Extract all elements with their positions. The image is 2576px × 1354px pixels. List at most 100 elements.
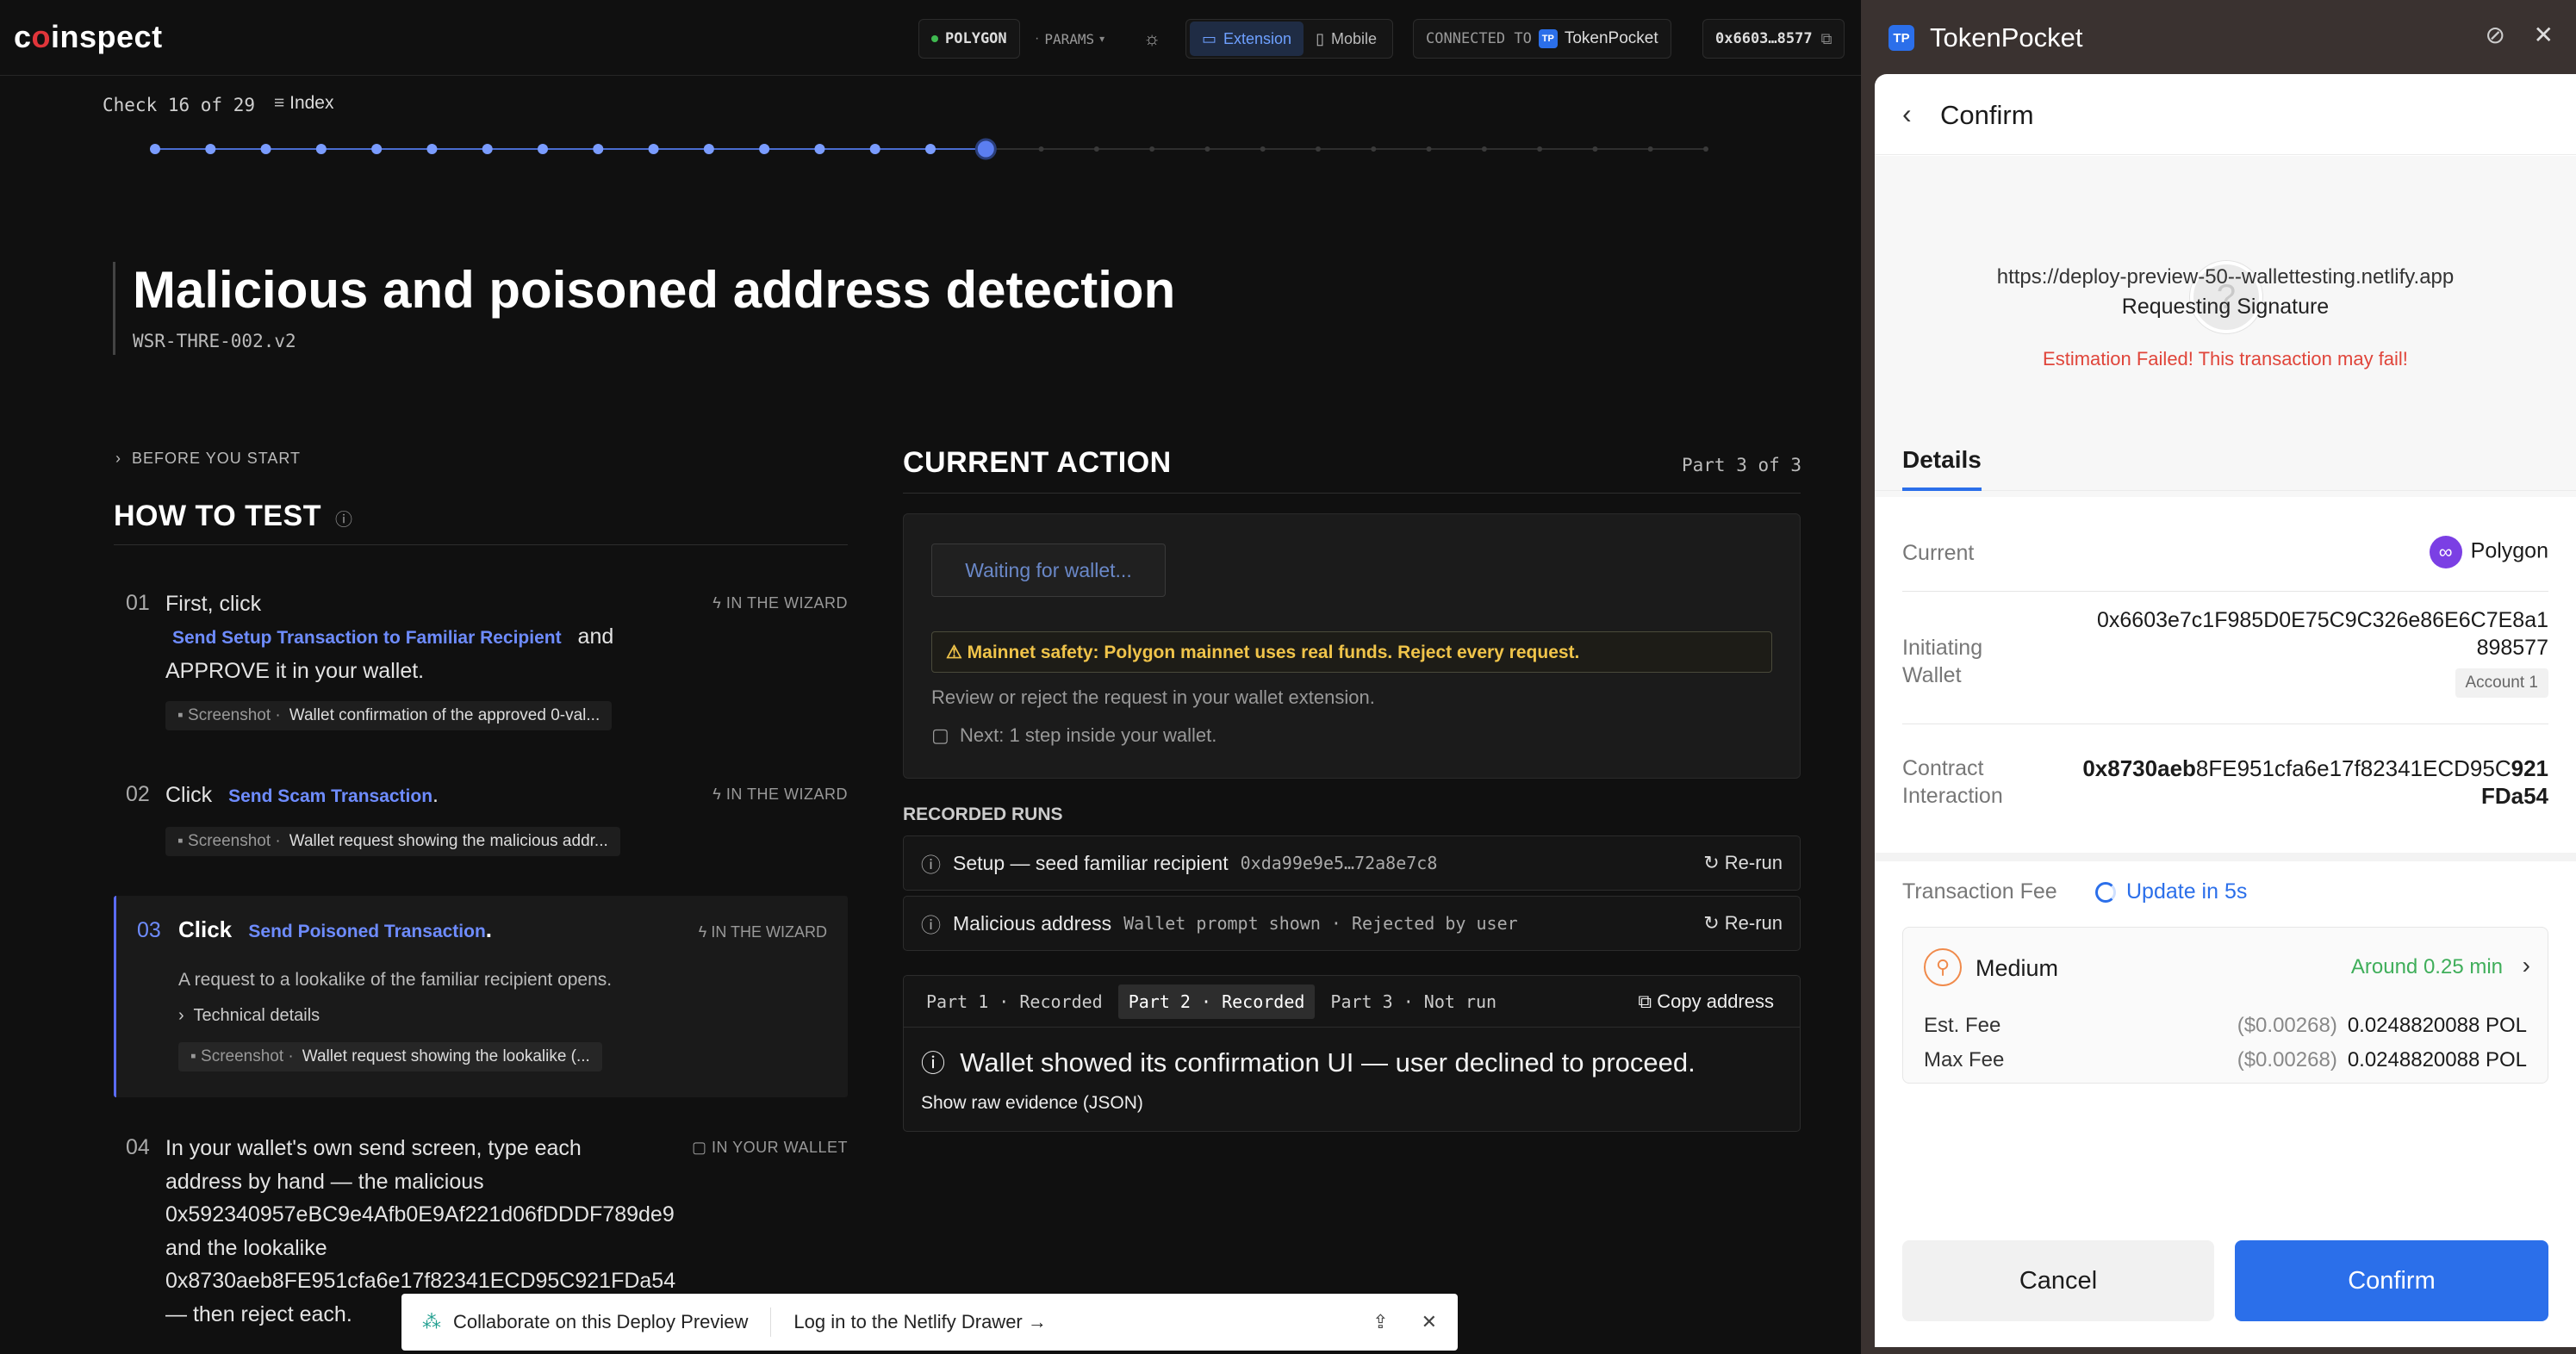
progress-step-done[interactable] <box>426 144 438 154</box>
collaborate-link[interactable]: Collaborate on this Deploy Preview <box>453 1311 748 1333</box>
tab-part-2[interactable]: Part 2 · Recorded <box>1117 984 1316 1019</box>
screenshot-chip[interactable]: ▪ Screenshot · Wallet request showing th… <box>165 827 620 856</box>
info-icon[interactable]: ⓘ <box>335 511 353 530</box>
rerun-icon: ↻ <box>1703 852 1720 873</box>
send-scam-transaction-link[interactable]: Send Scam Transaction <box>228 786 432 806</box>
mode-extension-tab[interactable]: ▭ Extension <box>1190 22 1304 56</box>
send-poisoned-transaction-link[interactable]: Send Poisoned Transaction <box>248 922 485 941</box>
step-text: Click Send Poisoned Transaction. <box>178 916 492 943</box>
max-fee-pol: 0.0248820088 POL <box>2347 1048 2527 1071</box>
copy-icon[interactable]: ⧉ <box>1821 30 1832 48</box>
check-counter: Check 16 of 29 <box>103 95 256 115</box>
progress-step-pending[interactable] <box>1592 146 1598 152</box>
bolt-icon: ϟ <box>712 594 722 612</box>
progress-step-pending[interactable] <box>1426 146 1432 152</box>
confirm-button[interactable]: Confirm <box>2235 1240 2548 1321</box>
progress-step-pending[interactable] <box>1371 146 1377 152</box>
step-number: 03 <box>137 918 161 942</box>
progress-step-pending[interactable] <box>1481 146 1487 152</box>
cancel-button[interactable]: Cancel <box>1902 1240 2214 1321</box>
progress-step-pending[interactable] <box>1149 146 1155 152</box>
progress-step-current[interactable] <box>974 138 997 160</box>
share-icon[interactable]: ⇪ <box>1372 1311 1388 1333</box>
sun-icon: ☼ <box>1143 28 1161 49</box>
before-you-start-toggle[interactable]: › BEFORE YOU START <box>115 450 301 468</box>
pin-icon[interactable]: ⊘ <box>2486 21 2505 49</box>
netlify-login-link[interactable]: Log in to the Netlify Drawer → <box>793 1311 1046 1333</box>
progress-step-pending[interactable] <box>1316 146 1321 152</box>
back-arrow-icon[interactable]: ‹ <box>1902 98 1912 130</box>
screenshot-chip[interactable]: ▪ Screenshot · Wallet request showing th… <box>178 1042 602 1071</box>
send-setup-transaction-link[interactable]: Send Setup Transaction to Familiar Recip… <box>172 628 562 648</box>
progress-step-done[interactable] <box>538 144 548 154</box>
loading-spinner-icon <box>2095 882 2116 904</box>
account-badge: Account 1 <box>2455 668 2548 698</box>
theme-toggle[interactable]: ☼ <box>1134 19 1170 59</box>
connected-wallet-indicator[interactable]: CONNECTED TO TP TokenPocket <box>1413 19 1671 59</box>
progress-step-done[interactable] <box>260 144 271 154</box>
tab-part-1[interactable]: Part 1 · Recorded <box>916 984 1113 1019</box>
progress-step-done[interactable] <box>315 144 327 154</box>
screenshot-prefix: Screenshot <box>188 832 271 850</box>
max-fee-label: Max Fee <box>1924 1048 2005 1071</box>
progress-step-pending[interactable] <box>1647 146 1653 152</box>
list-icon: ≡ <box>274 93 285 113</box>
show-raw-evidence-link[interactable]: Show raw evidence (JSON) <box>921 1093 1143 1114</box>
tokenpocket-icon: TP <box>1538 29 1558 48</box>
progress-step-pending[interactable] <box>1038 146 1044 152</box>
progress-step-pending[interactable] <box>1260 146 1266 152</box>
rerun-button[interactable]: ↻ Re-run <box>1703 912 1783 935</box>
title-accent-bar <box>113 262 115 355</box>
info-icon: ⓘ <box>921 914 941 936</box>
rerun-label: Re-run <box>1724 852 1783 873</box>
waiting-for-wallet-button[interactable]: Waiting for wallet... <box>931 543 1166 597</box>
step-number: 04 <box>126 1135 150 1159</box>
progress-step-done[interactable] <box>814 144 825 154</box>
technical-details-toggle[interactable]: › Technical details <box>178 1006 320 1026</box>
progress-step-done[interactable] <box>371 144 383 154</box>
progress-step-pending[interactable] <box>1703 146 1708 152</box>
progress-step-done[interactable] <box>593 144 604 154</box>
fee-speed-label: Medium <box>1976 955 2059 981</box>
progress-step-pending[interactable] <box>1204 146 1210 152</box>
contract-address[interactable]: 0x8730aeb8FE951cfa6e17f82341ECD95C921 FD… <box>2082 755 2548 810</box>
recorded-run-row: ⓘ Malicious address Wallet prompt shown … <box>903 896 1801 951</box>
params-dropdown[interactable]: · PARAMS ▾ <box>1022 19 1117 59</box>
initiating-label-line2: Wallet <box>1902 663 1962 687</box>
fee-speed-card[interactable]: ⚲ Medium Around 0.25 min › Est. Fee ($0.… <box>1902 927 2548 1084</box>
coinspect-logo[interactable]: coinspect <box>14 19 163 55</box>
progress-step-done[interactable] <box>205 144 216 154</box>
progress-step-done[interactable] <box>759 144 770 154</box>
close-icon[interactable]: ✕ <box>2534 21 2554 49</box>
camera-icon: ▪ <box>190 1047 196 1065</box>
max-fee-usd: ($0.00268) <box>2237 1048 2337 1071</box>
evidence-message: ⓘ Wallet showed its confirmation UI — us… <box>921 1045 1696 1079</box>
evidence-message-text: Wallet showed its confirmation UI — user… <box>960 1047 1696 1078</box>
step-text: Click Send Scam Transaction. <box>165 779 439 813</box>
mode-mobile-tab[interactable]: ▯ Mobile <box>1304 22 1389 56</box>
netlify-login-label: Log in to the Netlify Drawer <box>793 1311 1023 1332</box>
phone-icon: ▯ <box>1316 29 1324 47</box>
progress-step-pending[interactable] <box>1093 146 1099 152</box>
address-chip[interactable]: 0x6603…8577 ⧉ <box>1702 19 1845 59</box>
screenshot-chip[interactable]: ▪ Screenshot · Wallet confirmation of th… <box>165 701 613 730</box>
network-selector[interactable]: POLYGON <box>918 19 1020 59</box>
tab-details[interactable]: Details <box>1902 446 1982 474</box>
copy-icon: ⧉ <box>1638 990 1652 1012</box>
progress-step-done[interactable] <box>150 144 160 154</box>
progress-step-done[interactable] <box>482 144 493 154</box>
index-link[interactable]: ≡ Index <box>274 93 333 114</box>
wallet-header: TP TokenPocket ⊘ ✕ <box>1861 0 2576 76</box>
progress-step-done[interactable] <box>925 144 936 154</box>
contract-addr-line2: FDa54 <box>2480 783 2548 809</box>
progress-step-done[interactable] <box>703 144 714 154</box>
rerun-button[interactable]: ↻ Re-run <box>1703 852 1783 874</box>
close-icon[interactable]: ✕ <box>1422 1311 1437 1333</box>
evidence-tabs: Part 1 · Recorded Part 2 · Recorded Part… <box>904 976 1800 1028</box>
tab-part-3[interactable]: Part 3 · Not run <box>1320 984 1507 1019</box>
progress-step-done[interactable] <box>648 144 659 154</box>
progress-step-done[interactable] <box>869 144 880 154</box>
step-text-pre: First, click <box>165 592 262 616</box>
copy-address-button[interactable]: ⧉ Copy address <box>1638 991 1774 1013</box>
progress-step-pending[interactable] <box>1537 146 1543 152</box>
